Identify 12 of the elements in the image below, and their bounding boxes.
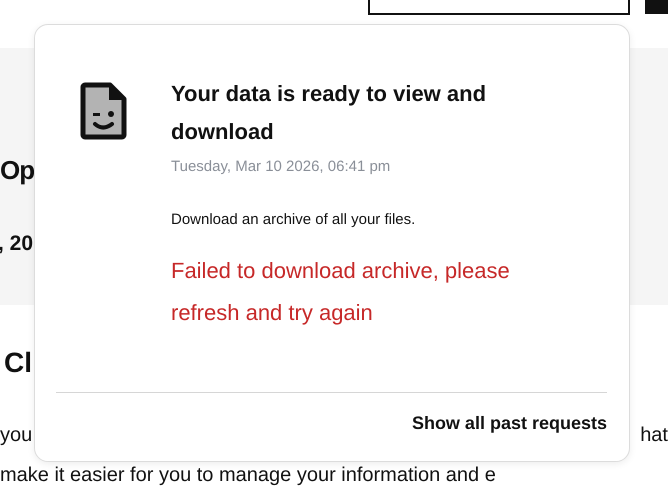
description-text: Download an archive of all your files. [171, 210, 416, 230]
notification-title: Your data is ready to view and download [171, 80, 488, 146]
file-face-icon [80, 82, 127, 140]
outlined-button[interactable] [368, 0, 630, 15]
paragraph-text: you [0, 423, 32, 447]
paragraph-text: make it easier for you to manage your information and e [0, 463, 496, 487]
timestamp: Tuesday, Mar 10 2026, 06:41 pm [171, 157, 390, 177]
paragraph-text: hat [640, 423, 668, 447]
page-heading: Op [0, 154, 34, 187]
error-message: Failed to download archive, please refresh and try again [171, 257, 511, 327]
section-heading: Cl [4, 347, 32, 379]
past-requests-link[interactable]: Show all past requests [412, 411, 607, 435]
